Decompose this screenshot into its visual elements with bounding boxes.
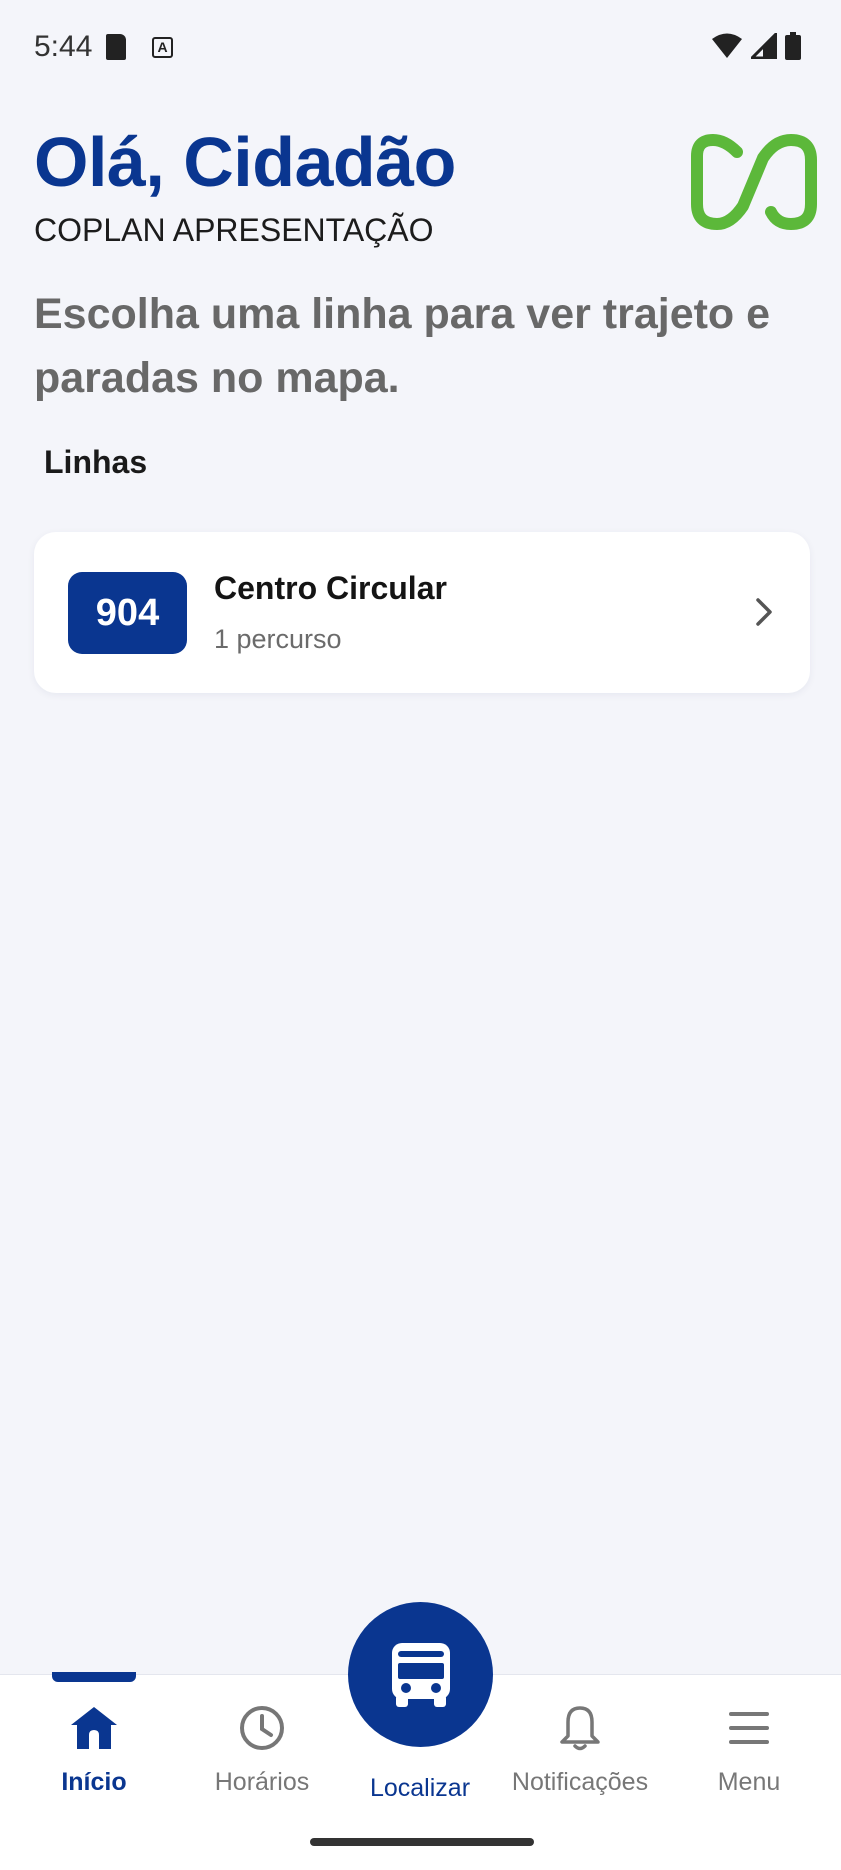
nav-label-notificacoes: Notificações xyxy=(511,1768,649,1796)
nav-item-menu[interactable]: Menu xyxy=(659,1700,839,1810)
sd-card-icon xyxy=(106,34,126,60)
bus-icon xyxy=(391,1642,450,1707)
home-screen: 5:44 A Olá, Cidadão COPLAN APRESENTAÇÃO … xyxy=(0,0,841,1870)
line-number-badge: 904 xyxy=(68,572,187,654)
nav-item-notificacoes[interactable]: Notificações xyxy=(490,1700,670,1810)
section-title-lines: Linhas xyxy=(44,444,148,480)
clock-icon xyxy=(240,1706,284,1750)
app-logo xyxy=(691,134,817,230)
nav-label-inicio: Início xyxy=(61,1768,127,1796)
line-name: Centro Circular xyxy=(214,570,447,606)
keyboard-a-icon: A xyxy=(152,37,173,58)
wifi-icon xyxy=(712,33,742,58)
battery-icon xyxy=(785,32,801,60)
instruction-text: Escolha uma linha para ver trajeto e par… xyxy=(34,290,771,402)
home-icon xyxy=(71,1707,117,1749)
locate-bus-button[interactable] xyxy=(348,1602,493,1747)
line-route-count: 1 percurso xyxy=(214,624,342,654)
status-bar: 5:44 A xyxy=(0,0,841,96)
signal-icon xyxy=(751,33,777,59)
line-card[interactable]: 904 Centro Circular 1 percurso xyxy=(34,532,810,693)
active-tab-indicator xyxy=(52,1672,136,1682)
bell-icon xyxy=(560,1706,600,1751)
menu-icon xyxy=(729,1712,769,1744)
nav-item-inicio[interactable]: Início xyxy=(4,1700,184,1810)
organization-name: COPLAN APRESENTAÇÃO xyxy=(34,212,434,248)
gesture-home-bar[interactable] xyxy=(310,1838,534,1846)
greeting-title: Olá, Cidadão xyxy=(34,123,456,201)
nav-label-menu: Menu xyxy=(717,1768,781,1796)
chevron-right-icon xyxy=(756,598,772,626)
status-icons xyxy=(711,32,801,60)
status-time: 5:44 xyxy=(34,30,93,63)
